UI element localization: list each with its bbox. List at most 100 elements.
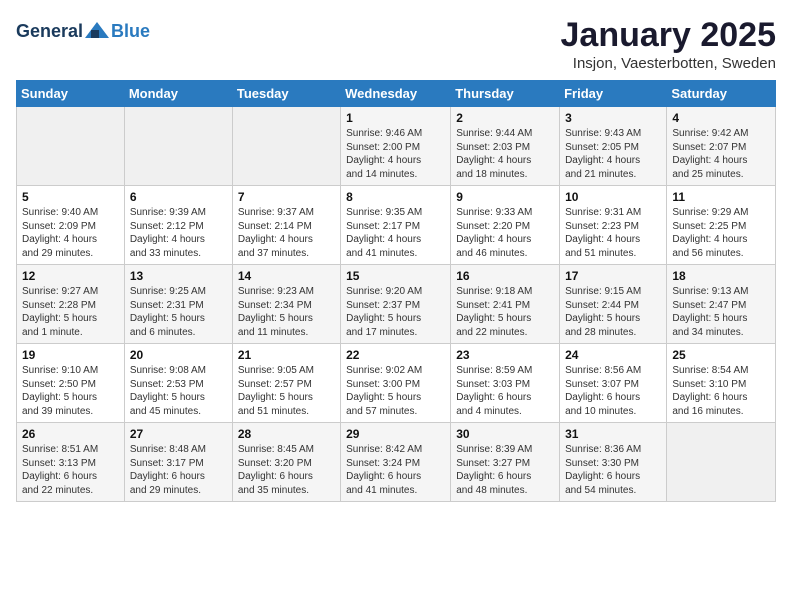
calendar-day-27: 27 Sunrise: 8:48 AM Sunset: 3:17 PM Dayli…	[124, 423, 232, 502]
calendar-day-29: 29 Sunrise: 8:42 AM Sunset: 3:24 PM Dayli…	[341, 423, 451, 502]
logo: General Blue	[16, 20, 150, 42]
column-header-monday: Monday	[124, 81, 232, 107]
calendar-day-30: 30 Sunrise: 8:39 AM Sunset: 3:27 PM Dayli…	[451, 423, 560, 502]
day-info: Sunrise: 9:43 AM Sunset: 2:05 PM Dayligh…	[565, 127, 661, 181]
day-number: 22	[346, 348, 445, 362]
day-info: Sunrise: 8:45 AM Sunset: 3:20 PM Dayligh…	[238, 443, 335, 497]
day-number: 30	[456, 427, 554, 441]
day-number: 3	[565, 111, 661, 125]
day-number: 21	[238, 348, 335, 362]
calendar-empty-cell	[667, 423, 776, 502]
day-info: Sunrise: 9:23 AM Sunset: 2:34 PM Dayligh…	[238, 285, 335, 339]
day-info: Sunrise: 9:05 AM Sunset: 2:57 PM Dayligh…	[238, 364, 335, 418]
day-number: 6	[130, 190, 227, 204]
column-header-saturday: Saturday	[667, 81, 776, 107]
day-number: 17	[565, 269, 661, 283]
day-number: 26	[22, 427, 119, 441]
calendar-day-17: 17 Sunrise: 9:15 AM Sunset: 2:44 PM Dayli…	[560, 265, 667, 344]
day-number: 28	[238, 427, 335, 441]
day-info: Sunrise: 9:18 AM Sunset: 2:41 PM Dayligh…	[456, 285, 554, 339]
calendar-day-10: 10Sunrise: 9:31 AM Sunset: 2:23 PM Dayli…	[560, 186, 667, 265]
calendar-day-4: 4Sunrise: 9:42 AM Sunset: 2:07 PM Daylig…	[667, 107, 776, 186]
day-number: 13	[130, 269, 227, 283]
day-info: Sunrise: 9:40 AM Sunset: 2:09 PM Dayligh…	[22, 206, 119, 260]
day-number: 15	[346, 269, 445, 283]
day-info: Sunrise: 9:15 AM Sunset: 2:44 PM Dayligh…	[565, 285, 661, 339]
day-info: Sunrise: 8:48 AM Sunset: 3:17 PM Dayligh…	[130, 443, 227, 497]
day-info: Sunrise: 9:13 AM Sunset: 2:47 PM Dayligh…	[672, 285, 770, 339]
day-info: Sunrise: 9:46 AM Sunset: 2:00 PM Dayligh…	[346, 127, 445, 181]
day-info: Sunrise: 9:39 AM Sunset: 2:12 PM Dayligh…	[130, 206, 227, 260]
day-info: Sunrise: 9:29 AM Sunset: 2:25 PM Dayligh…	[672, 206, 770, 260]
calendar-day-12: 12 Sunrise: 9:27 AM Sunset: 2:28 PM Dayli…	[17, 265, 125, 344]
logo-text: General Blue	[16, 20, 150, 42]
calendar-day-25: 25 Sunrise: 8:54 AM Sunset: 3:10 PM Dayli…	[667, 344, 776, 423]
day-info: Sunrise: 8:42 AM Sunset: 3:24 PM Dayligh…	[346, 443, 445, 497]
calendar-day-15: 15 Sunrise: 9:20 AM Sunset: 2:37 PM Dayli…	[341, 265, 451, 344]
calendar-day-6: 6 Sunrise: 9:39 AM Sunset: 2:12 PM Daylig…	[124, 186, 232, 265]
calendar-day-16: 16 Sunrise: 9:18 AM Sunset: 2:41 PM Dayli…	[451, 265, 560, 344]
day-number: 4	[672, 111, 770, 125]
day-number: 9	[456, 190, 554, 204]
calendar-day-5: 5 Sunrise: 9:40 AM Sunset: 2:09 PM Daylig…	[17, 186, 125, 265]
calendar-empty-cell	[17, 107, 125, 186]
calendar-day-2: 2 Sunrise: 9:44 AM Sunset: 2:03 PM Daylig…	[451, 107, 560, 186]
day-info: Sunrise: 9:44 AM Sunset: 2:03 PM Dayligh…	[456, 127, 554, 181]
day-number: 27	[130, 427, 227, 441]
day-info: Sunrise: 8:59 AM Sunset: 3:03 PM Dayligh…	[456, 364, 554, 418]
day-number: 25	[672, 348, 770, 362]
calendar-day-3: 3 Sunrise: 9:43 AM Sunset: 2:05 PM Daylig…	[560, 107, 667, 186]
calendar-day-22: 22Sunrise: 9:02 AM Sunset: 3:00 PM Dayli…	[341, 344, 451, 423]
calendar-day-9: 9 Sunrise: 9:33 AM Sunset: 2:20 PM Daylig…	[451, 186, 560, 265]
calendar-day-23: 23 Sunrise: 8:59 AM Sunset: 3:03 PM Dayli…	[451, 344, 560, 423]
day-number: 5	[22, 190, 119, 204]
day-number: 18	[672, 269, 770, 283]
calendar-empty-cell	[124, 107, 232, 186]
day-info: Sunrise: 9:25 AM Sunset: 2:31 PM Dayligh…	[130, 285, 227, 339]
calendar-day-26: 26Sunrise: 8:51 AM Sunset: 3:13 PM Dayli…	[17, 423, 125, 502]
day-number: 29	[346, 427, 445, 441]
day-info: Sunrise: 8:36 AM Sunset: 3:30 PM Dayligh…	[565, 443, 661, 497]
calendar-day-13: 13 Sunrise: 9:25 AM Sunset: 2:31 PM Dayli…	[124, 265, 232, 344]
day-number: 31	[565, 427, 661, 441]
calendar-week-row: 26Sunrise: 8:51 AM Sunset: 3:13 PM Dayli…	[17, 423, 776, 502]
calendar-day-14: 14Sunrise: 9:23 AM Sunset: 2:34 PM Dayli…	[232, 265, 340, 344]
logo-icon	[83, 20, 111, 42]
day-info: Sunrise: 9:27 AM Sunset: 2:28 PM Dayligh…	[22, 285, 119, 339]
day-number: 19	[22, 348, 119, 362]
day-info: Sunrise: 8:54 AM Sunset: 3:10 PM Dayligh…	[672, 364, 770, 418]
calendar-day-1: 1 Sunrise: 9:46 AM Sunset: 2:00 PM Daylig…	[341, 107, 451, 186]
day-number: 12	[22, 269, 119, 283]
calendar-week-row: 12 Sunrise: 9:27 AM Sunset: 2:28 PM Dayli…	[17, 265, 776, 344]
title-area: January 2025 Insjon, Vaesterbotten, Swed…	[561, 16, 777, 72]
day-number: 16	[456, 269, 554, 283]
calendar-day-8: 8Sunrise: 9:35 AM Sunset: 2:17 PM Daylig…	[341, 186, 451, 265]
column-header-wednesday: Wednesday	[341, 81, 451, 107]
day-info: Sunrise: 9:20 AM Sunset: 2:37 PM Dayligh…	[346, 285, 445, 339]
day-info: Sunrise: 9:37 AM Sunset: 2:14 PM Dayligh…	[238, 206, 335, 260]
calendar-header-row: SundayMondayTuesdayWednesdayThursdayFrid…	[17, 81, 776, 107]
day-info: Sunrise: 9:33 AM Sunset: 2:20 PM Dayligh…	[456, 206, 554, 260]
day-number: 2	[456, 111, 554, 125]
calendar-day-18: 18 Sunrise: 9:13 AM Sunset: 2:47 PM Dayli…	[667, 265, 776, 344]
day-info: Sunrise: 9:10 AM Sunset: 2:50 PM Dayligh…	[22, 364, 119, 418]
calendar-day-19: 19 Sunrise: 9:10 AM Sunset: 2:50 PM Dayli…	[17, 344, 125, 423]
day-number: 8	[346, 190, 445, 204]
day-number: 24	[565, 348, 661, 362]
day-number: 23	[456, 348, 554, 362]
calendar-day-31: 31 Sunrise: 8:36 AM Sunset: 3:30 PM Dayli…	[560, 423, 667, 502]
day-info: Sunrise: 8:56 AM Sunset: 3:07 PM Dayligh…	[565, 364, 661, 418]
calendar-day-7: 7 Sunrise: 9:37 AM Sunset: 2:14 PM Daylig…	[232, 186, 340, 265]
day-number: 11	[672, 190, 770, 204]
column-header-tuesday: Tuesday	[232, 81, 340, 107]
day-number: 1	[346, 111, 445, 125]
column-header-friday: Friday	[560, 81, 667, 107]
calendar-day-24: 24 Sunrise: 8:56 AM Sunset: 3:07 PM Dayli…	[560, 344, 667, 423]
day-number: 7	[238, 190, 335, 204]
calendar-empty-cell	[232, 107, 340, 186]
day-info: Sunrise: 8:39 AM Sunset: 3:27 PM Dayligh…	[456, 443, 554, 497]
calendar-week-row: 5 Sunrise: 9:40 AM Sunset: 2:09 PM Daylig…	[17, 186, 776, 265]
day-info: Sunrise: 9:08 AM Sunset: 2:53 PM Dayligh…	[130, 364, 227, 418]
calendar-day-20: 20Sunrise: 9:08 AM Sunset: 2:53 PM Dayli…	[124, 344, 232, 423]
calendar-day-11: 11 Sunrise: 9:29 AM Sunset: 2:25 PM Dayli…	[667, 186, 776, 265]
